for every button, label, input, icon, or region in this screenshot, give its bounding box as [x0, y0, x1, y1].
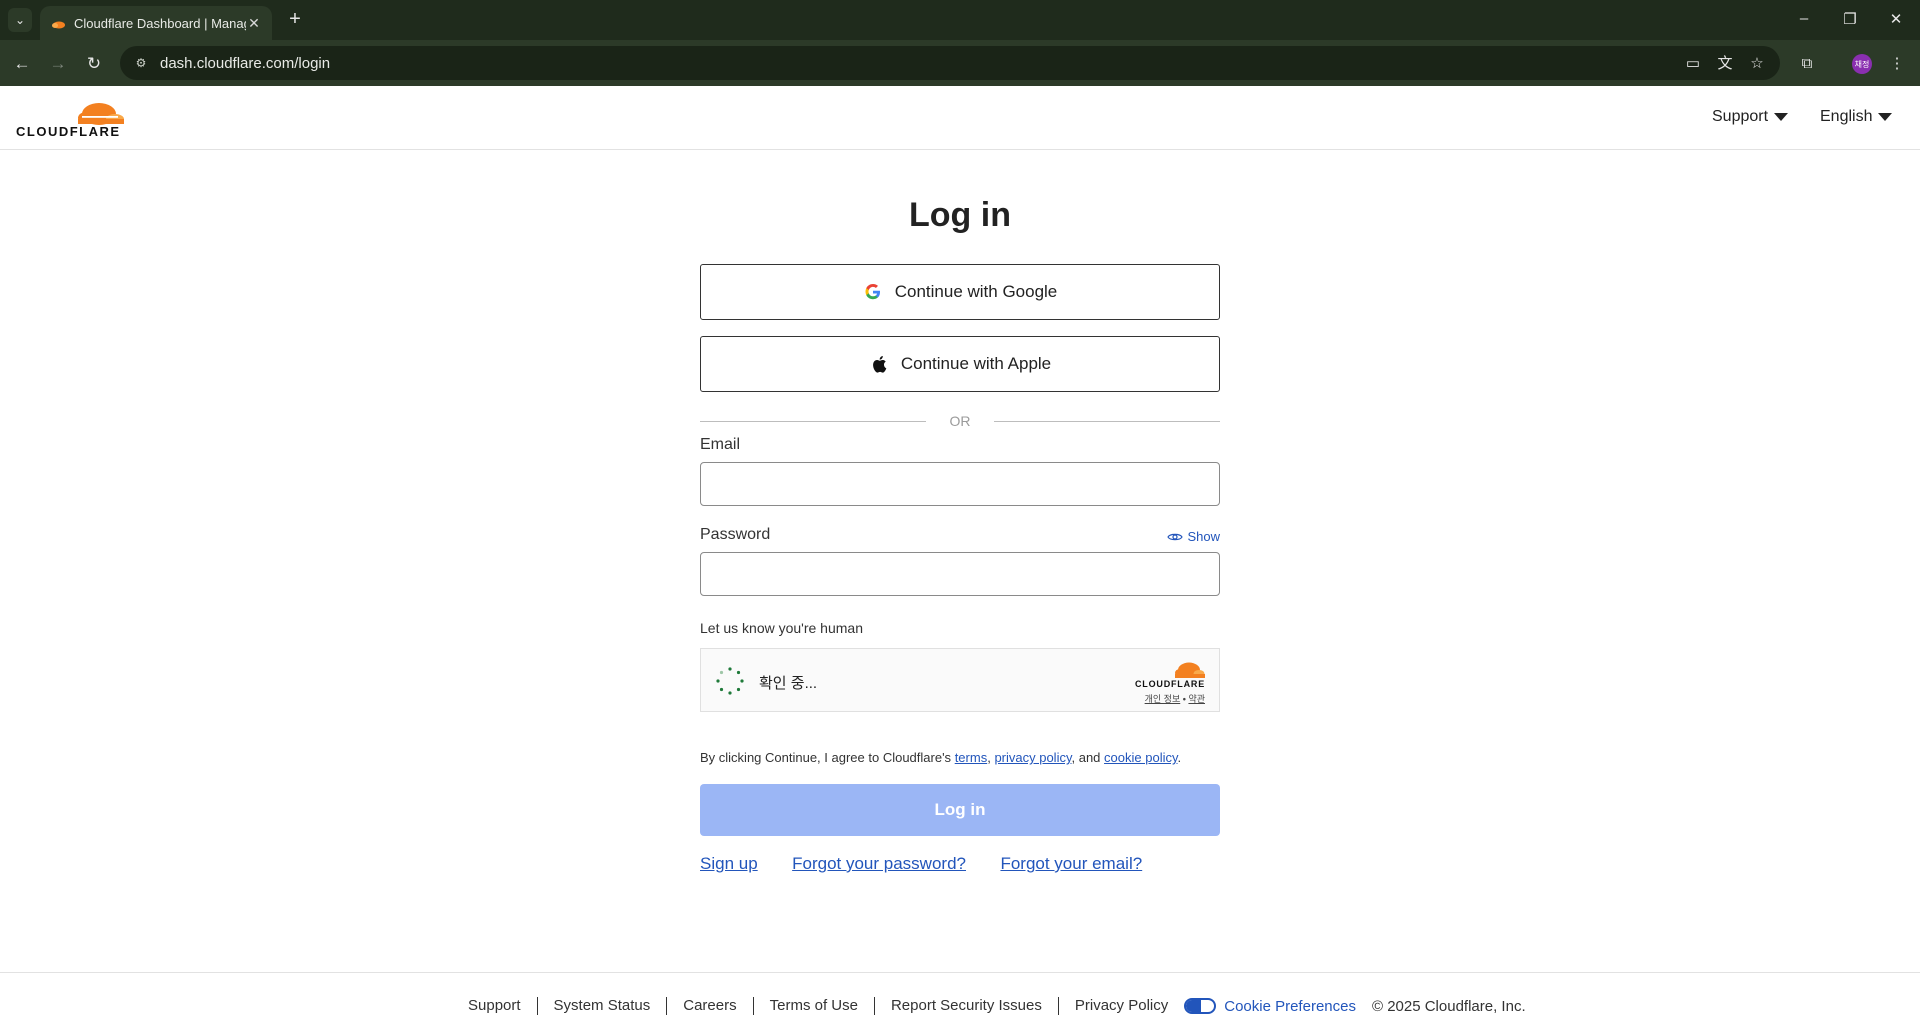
bookmark-star-icon[interactable]: ☆: [1746, 53, 1768, 75]
footer-link-careers[interactable]: Careers: [667, 997, 754, 1015]
profile-avatar[interactable]: 채정: [1852, 54, 1872, 74]
support-menu-label: Support: [1712, 108, 1769, 125]
url-text: dash.cloudflare.com/login: [160, 54, 331, 72]
forward-icon[interactable]: →: [46, 52, 70, 76]
forgot-email-link[interactable]: Forgot your email?: [1000, 854, 1142, 873]
close-tab-icon[interactable]: ✕: [246, 15, 262, 32]
google-button-label: Continue with Google: [894, 282, 1058, 301]
support-menu[interactable]: Support: [1712, 108, 1789, 126]
new-tab-button[interactable]: +: [284, 9, 306, 31]
footer-link-terms[interactable]: Terms of Use: [754, 997, 875, 1015]
browser-tab[interactable]: Cloudflare Dashboard | Manage ✕: [40, 6, 272, 40]
cloud-logo-icon: [1175, 662, 1205, 678]
password-label: Password: [700, 526, 771, 543]
turnstile-branding: CLOUDFLARE 개인 정보 • 약관: [1129, 659, 1205, 705]
browser-toolbar: ← → ↻ ⚙ dash.cloudflare.com/login ▭ 文 ☆ …: [0, 40, 1920, 86]
sign-up-link[interactable]: Sign up: [700, 854, 758, 873]
privacy-toggle-icon: [1184, 998, 1217, 1014]
comma-text: ,: [987, 750, 991, 765]
login-form: Log in Continue with Google Continue wit…: [700, 150, 1220, 874]
email-field[interactable]: [700, 462, 1220, 506]
turnstile-privacy-link[interactable]: 개인 정보: [1145, 694, 1181, 704]
browser-menu-icon[interactable]: ⋮: [1886, 53, 1908, 75]
password-label-row: Password Show: [700, 526, 1220, 548]
page-title: Log in: [909, 196, 1011, 234]
extensions-icon[interactable]: ⧉: [1796, 53, 1818, 75]
install-app-icon[interactable]: ▭: [1682, 53, 1704, 75]
login-button[interactable]: Log in: [700, 784, 1220, 836]
forgot-password-link[interactable]: Forgot your password?: [792, 854, 966, 873]
site-info-icon[interactable]: ⚙: [132, 54, 150, 72]
cookie-policy-link[interactable]: cookie policy: [1104, 750, 1177, 765]
restore-icon[interactable]: ❐: [1840, 10, 1860, 28]
eye-icon: [1167, 533, 1184, 540]
logo-wordmark: CLOUDFLARE: [16, 124, 121, 139]
agreement-prefix: By clicking Continue, I agree to Cloudfl…: [700, 750, 952, 765]
privacy-policy-link[interactable]: privacy policy: [994, 750, 1071, 765]
and-text: , and: [1071, 750, 1101, 765]
terms-link[interactable]: terms: [955, 750, 988, 765]
google-icon: [863, 282, 883, 302]
turnstile-brand-text: CLOUDFLARE: [1135, 679, 1205, 689]
tab-title: Cloudflare Dashboard | Manage: [74, 15, 246, 31]
cloud-logo-icon: [78, 103, 124, 125]
loading-spinner-icon: [716, 667, 744, 695]
period-text: .: [1177, 750, 1182, 765]
turnstile-status: 확인 중...: [759, 675, 818, 692]
cookie-preferences-button[interactable]: Cookie Preferences: [1184, 998, 1356, 1015]
translate-icon[interactable]: 文: [1714, 53, 1736, 75]
language-menu[interactable]: English: [1820, 108, 1893, 126]
account-links: Sign up Forgot your password? Forgot you…: [700, 854, 1220, 874]
tab-search-button[interactable]: ⌄: [8, 8, 32, 32]
turnstile-widget[interactable]: 확인 중... CLOUDFLARE 개인 정보 • 약관: [700, 648, 1220, 712]
back-icon[interactable]: ←: [10, 52, 34, 76]
password-field[interactable]: [700, 552, 1220, 596]
apple-icon: [869, 354, 889, 374]
browser-tab-bar: ⌄ Cloudflare Dashboard | Manage ✕ + – ❐ …: [0, 0, 1920, 40]
caret-down-icon: [1878, 113, 1893, 121]
footer-link-support[interactable]: Support: [468, 997, 538, 1015]
continue-with-apple-button[interactable]: Continue with Apple: [700, 336, 1220, 392]
reload-icon[interactable]: ↻: [82, 52, 106, 76]
footer-link-system-status[interactable]: System Status: [538, 997, 668, 1015]
site-footer: Support System Status Careers Terms of U…: [0, 972, 1920, 1032]
turnstile-separator: •: [1182, 694, 1186, 704]
language-menu-label: English: [1820, 108, 1873, 125]
show-password-button[interactable]: Show: [1167, 529, 1220, 544]
apple-button-label: Continue with Apple: [900, 354, 1052, 373]
agreement-text: By clicking Continue, I agree to Cloudfl…: [700, 750, 1220, 768]
continue-with-google-button[interactable]: Continue with Google: [700, 264, 1220, 320]
caret-down-icon: [1774, 113, 1789, 121]
minimize-icon[interactable]: –: [1794, 10, 1814, 27]
window-close-icon[interactable]: ✕: [1886, 10, 1906, 28]
address-bar[interactable]: ⚙ dash.cloudflare.com/login: [120, 46, 1780, 80]
turnstile-links: 개인 정보 • 약관: [1145, 692, 1205, 705]
site-header: CLOUDFLARE Support English: [0, 86, 1920, 150]
copyright-text: © 2025 Cloudflare, Inc.: [1371, 997, 1526, 1015]
cloudflare-favicon: [52, 21, 65, 29]
human-check-label: Let us know you're human: [700, 620, 863, 636]
cookie-preferences-label: Cookie Preferences: [1224, 997, 1356, 1015]
cloudflare-logo[interactable]: CLOUDFLARE: [16, 98, 126, 139]
turnstile-terms-link[interactable]: 약관: [1188, 694, 1205, 704]
footer-links: Support System Status Careers Terms of U…: [468, 997, 1526, 1015]
divider-line: [994, 421, 1220, 422]
footer-link-privacy[interactable]: Privacy Policy: [1059, 997, 1184, 1015]
email-label: Email: [700, 436, 741, 453]
footer-link-report-security[interactable]: Report Security Issues: [875, 997, 1059, 1015]
show-password-label: Show: [1187, 529, 1220, 544]
or-divider: OR: [700, 410, 1220, 434]
